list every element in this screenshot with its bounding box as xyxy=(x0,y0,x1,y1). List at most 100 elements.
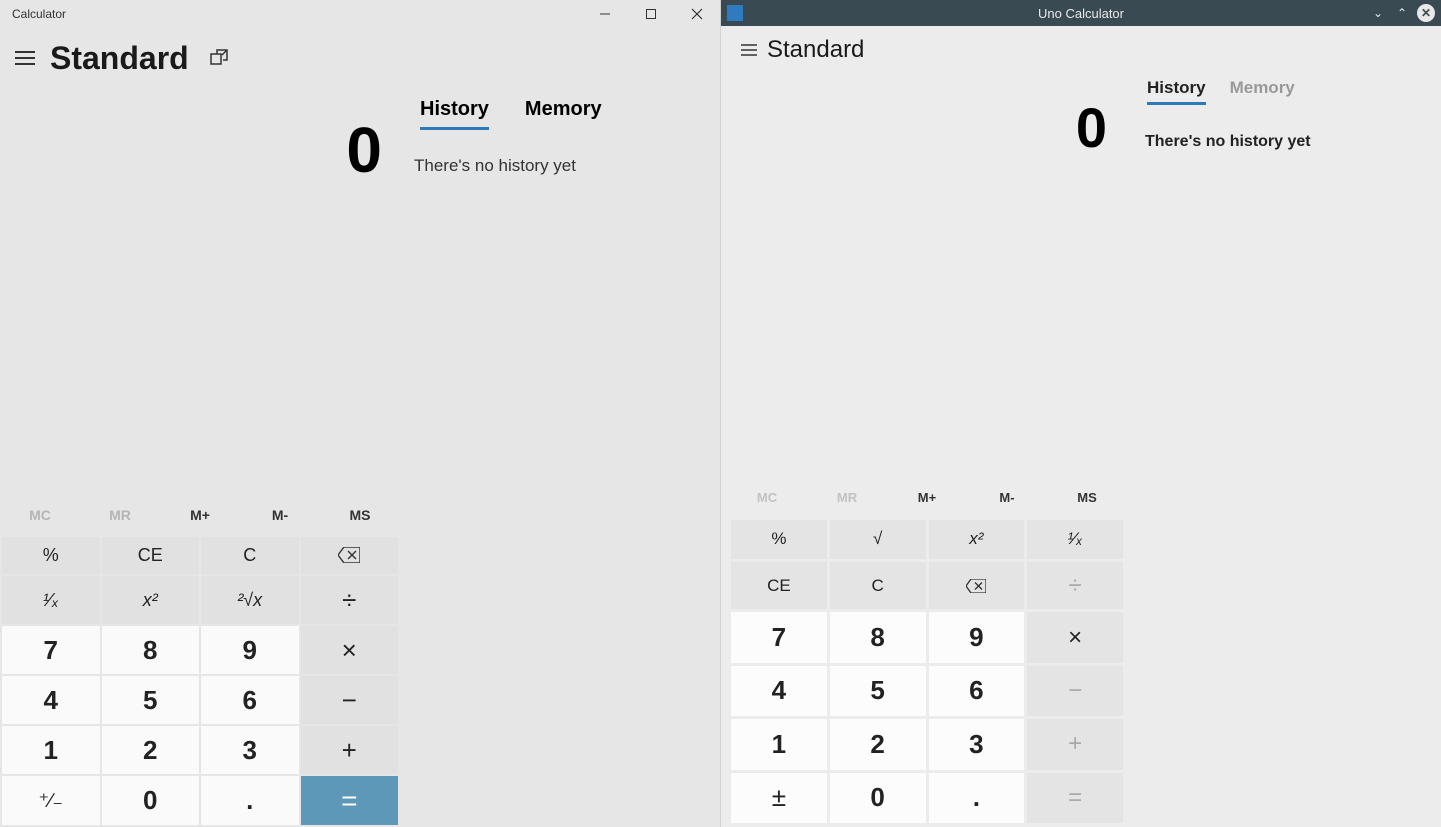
keypad: % √ x² ¹⁄ₓ CE C ÷ 7 8 9 × 4 5 6 xyxy=(727,516,1127,827)
key-0[interactable]: 0 xyxy=(102,776,200,825)
key-6[interactable]: 6 xyxy=(929,666,1025,716)
key-4[interactable]: 4 xyxy=(731,666,827,716)
calculator-main: 0 MC MR M+ M- MS % CE C ¹⁄ₓ x xyxy=(0,88,400,827)
memory-recall-button[interactable]: MR xyxy=(807,490,887,505)
key-1[interactable]: 1 xyxy=(731,719,827,769)
key-7[interactable]: 7 xyxy=(2,626,100,674)
empty-history-message: There's no history yet xyxy=(1143,109,1425,175)
memory-row: MC MR M+ M- MS xyxy=(0,495,400,535)
negate-key[interactable]: ± xyxy=(731,773,827,823)
memory-plus-button[interactable]: M+ xyxy=(160,507,240,523)
percent-key[interactable]: % xyxy=(731,520,827,559)
key-1[interactable]: 1 xyxy=(2,726,100,774)
history-panel: History Memory There's no history yet xyxy=(400,88,720,827)
window-controls: ⌄ ⌃ ✕ xyxy=(1369,4,1435,22)
square-key[interactable]: x² xyxy=(102,576,200,624)
key-5[interactable]: 5 xyxy=(830,666,926,716)
tab-memory[interactable]: Memory xyxy=(525,98,602,130)
clear-key[interactable]: C xyxy=(201,537,299,575)
keep-on-top-button[interactable] xyxy=(199,38,239,78)
equals-key[interactable]: = xyxy=(1027,773,1123,823)
memory-minus-button[interactable]: M- xyxy=(967,490,1047,505)
reciprocal-key[interactable]: ¹⁄ₓ xyxy=(1027,520,1123,559)
key-3[interactable]: 3 xyxy=(929,719,1025,769)
decimal-key[interactable]: . xyxy=(201,776,299,825)
key-9[interactable]: 9 xyxy=(201,626,299,674)
memory-recall-button[interactable]: MR xyxy=(80,507,160,523)
minimize-button[interactable]: ⌄ xyxy=(1369,4,1387,22)
key-2[interactable]: 2 xyxy=(830,719,926,769)
hamburger-icon xyxy=(15,51,35,65)
square-key[interactable]: x² xyxy=(929,520,1025,559)
key-8[interactable]: 8 xyxy=(830,612,926,662)
close-icon: ✕ xyxy=(1421,6,1431,20)
subtract-key[interactable]: − xyxy=(301,676,399,724)
clear-key[interactable]: C xyxy=(830,562,926,609)
subtract-key[interactable]: − xyxy=(1027,666,1123,716)
key-8[interactable]: 8 xyxy=(102,626,200,674)
maximize-icon xyxy=(645,8,657,20)
key-0[interactable]: 0 xyxy=(830,773,926,823)
backspace-key[interactable] xyxy=(301,537,399,575)
chevron-down-icon: ⌄ xyxy=(1373,6,1383,20)
key-4[interactable]: 4 xyxy=(2,676,100,724)
key-7[interactable]: 7 xyxy=(731,612,827,662)
clear-entry-key[interactable]: CE xyxy=(731,562,827,609)
percent-key[interactable]: % xyxy=(2,537,100,575)
key-3[interactable]: 3 xyxy=(201,726,299,774)
equals-key[interactable]: = xyxy=(301,776,399,825)
memory-plus-button[interactable]: M+ xyxy=(887,490,967,505)
memory-row: MC MR M+ M- MS xyxy=(727,480,1127,516)
window-title: Uno Calculator xyxy=(1038,6,1124,21)
add-key[interactable]: + xyxy=(1027,719,1123,769)
keypad: % CE C ¹⁄ₓ x² ²√x ÷ 7 8 9 × 4 5 6 xyxy=(0,535,400,827)
key-5[interactable]: 5 xyxy=(102,676,200,724)
multiply-key[interactable]: × xyxy=(1027,612,1123,662)
side-tabs: History Memory xyxy=(408,98,704,136)
calculator-main: 0 MC MR M+ M- MS % √ x² ¹⁄ₓ CE C xyxy=(721,74,1127,827)
window-titlebar: Uno Calculator ⌄ ⌃ ✕ xyxy=(721,0,1441,26)
empty-history-message: There's no history yet xyxy=(408,136,704,196)
tab-history[interactable]: History xyxy=(1147,78,1206,105)
close-button[interactable] xyxy=(674,0,720,28)
square-root-key[interactable]: √ xyxy=(830,520,926,559)
menu-button[interactable] xyxy=(0,28,50,88)
window-titlebar: Calculator xyxy=(0,0,720,28)
divide-key[interactable]: ÷ xyxy=(301,576,399,624)
mode-title: Standard xyxy=(50,40,189,77)
backspace-key[interactable] xyxy=(929,562,1025,609)
mode-title: Standard xyxy=(767,36,864,64)
menu-button[interactable] xyxy=(731,26,767,74)
calculator-header: Standard xyxy=(721,26,1441,74)
clear-entry-key[interactable]: CE xyxy=(102,537,200,575)
reciprocal-key[interactable]: ¹⁄ₓ xyxy=(2,576,100,624)
windows-calculator-pane: Calculator Standard xyxy=(0,0,721,827)
memory-clear-button[interactable]: MC xyxy=(0,507,80,523)
key-2[interactable]: 2 xyxy=(102,726,200,774)
backspace-icon xyxy=(338,547,360,563)
memory-store-button[interactable]: MS xyxy=(1047,490,1127,505)
tab-history[interactable]: History xyxy=(420,98,489,130)
maximize-button[interactable] xyxy=(628,0,674,28)
square-root-key[interactable]: ²√x xyxy=(201,576,299,624)
result-display: 0 xyxy=(727,74,1127,176)
memory-clear-button[interactable]: MC xyxy=(727,490,807,505)
decimal-key[interactable]: . xyxy=(929,773,1025,823)
maximize-button[interactable]: ⌃ xyxy=(1393,4,1411,22)
negate-key[interactable]: ⁺∕₋ xyxy=(2,776,100,825)
minimize-button[interactable] xyxy=(582,0,628,28)
multiply-key[interactable]: × xyxy=(301,626,399,674)
key-6[interactable]: 6 xyxy=(201,676,299,724)
history-panel: History Memory There's no history yet xyxy=(1127,74,1441,827)
uno-calculator-pane: Uno Calculator ⌄ ⌃ ✕ Standard 0 MC MR M+ xyxy=(721,0,1441,827)
key-9[interactable]: 9 xyxy=(929,612,1025,662)
side-tabs: History Memory xyxy=(1143,74,1425,109)
chevron-up-icon: ⌃ xyxy=(1397,6,1407,20)
memory-minus-button[interactable]: M- xyxy=(240,507,320,523)
memory-store-button[interactable]: MS xyxy=(320,507,400,523)
result-display: 0 xyxy=(0,88,400,206)
tab-memory[interactable]: Memory xyxy=(1230,78,1295,105)
add-key[interactable]: + xyxy=(301,726,399,774)
divide-key[interactable]: ÷ xyxy=(1027,562,1123,609)
close-button[interactable]: ✕ xyxy=(1417,4,1435,22)
